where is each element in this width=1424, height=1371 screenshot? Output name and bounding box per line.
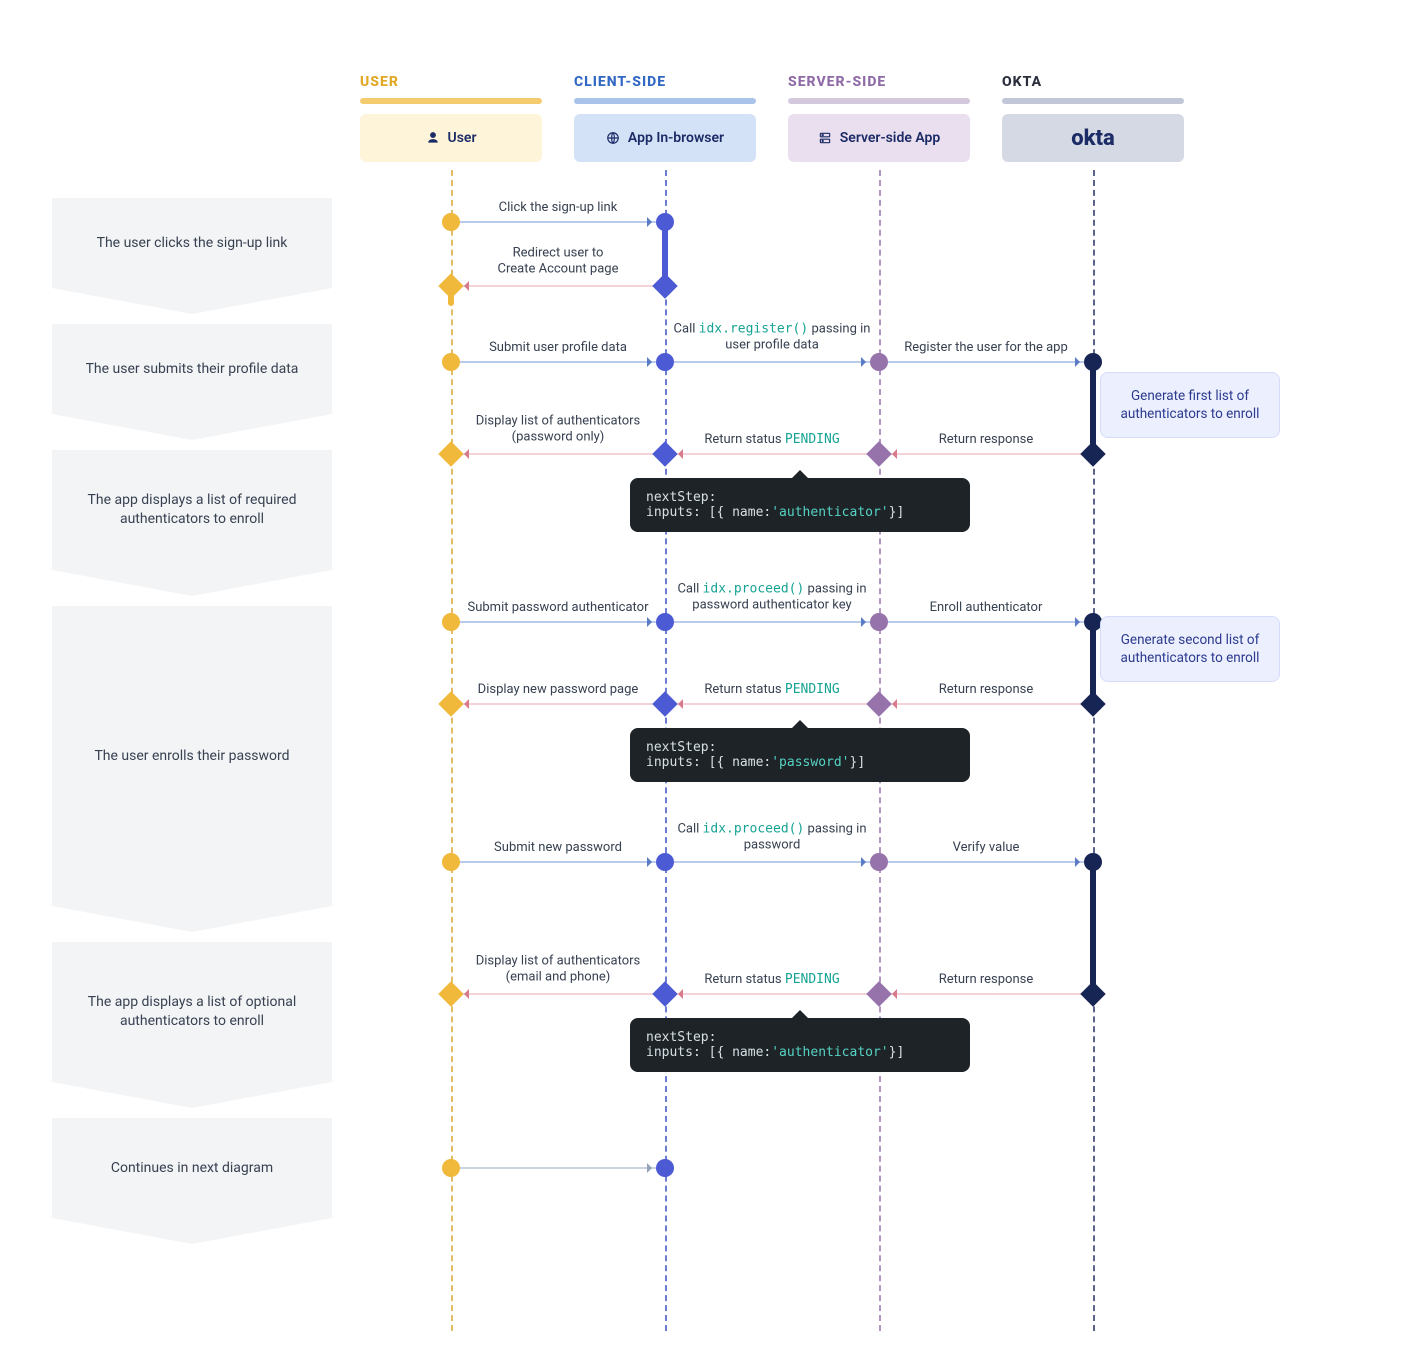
arrow-m6 [888,453,1084,455]
node [656,853,674,871]
activation-okta [1090,862,1096,992]
arrow-m17 [888,861,1084,863]
okta-logo: okta [1071,126,1115,151]
node [866,441,891,466]
step-6: Continues in next diagram [52,1118,332,1218]
node [1080,691,1105,716]
lane-user: User [360,72,542,162]
lane-head-user-label: User [448,130,477,146]
arrow-m20 [460,993,656,995]
label-m4: Call idx.register() passing in user prof… [672,322,872,355]
label-m7: Return status PENDING [704,432,839,448]
lane-head-client: App In-browser [574,114,756,162]
node [442,613,460,631]
label-m2: Redirect user to Create Account page [458,246,658,279]
globe-icon [606,131,620,145]
lane-okta: okta [1002,72,1184,162]
arrow-m1 [460,221,656,223]
arrow-continue [460,1167,656,1169]
label-m3: Submit user profile data [489,340,627,356]
arrow-m12 [888,703,1084,705]
lane-client: App In-browser [574,72,756,162]
arrow-m7 [674,453,870,455]
lane-head-user: User [360,114,542,162]
okta-bubble-1: Generate first list of authenticators to… [1100,372,1280,438]
label-m20: Display list of authenticators (email an… [458,954,658,987]
label-m9: Submit password authenticator [468,600,649,616]
lifeline-user [451,170,453,1331]
node [866,981,891,1006]
label-m15: Submit new password [494,840,622,856]
node-user [442,213,460,231]
step-3: The app displays a list of required auth… [52,450,332,570]
node-client [656,213,674,231]
node [442,853,460,871]
okta-bubble-2: Generate second list of authenticators t… [1100,616,1280,682]
arrow-m19 [674,993,870,995]
label-m13: Return status PENDING [704,682,839,698]
arrow-m13 [674,703,870,705]
arrow-m11 [888,621,1084,623]
lane-head-server: Server-side App [788,114,970,162]
node [1084,853,1102,871]
label-m5: Register the user for the app [904,340,1068,356]
label-m14: Display new password page [478,682,639,698]
node [656,613,674,631]
node [1080,441,1105,466]
code-tooltip-1: nextStep: inputs: [{ name:'authenticator… [630,478,970,532]
step-5: The app displays a list of optional auth… [52,942,332,1082]
lane-head-server-label: Server-side App [840,130,941,146]
arrow-m9 [460,621,656,623]
server-icon [818,131,832,145]
label-m18: Return response [939,972,1034,988]
label-m8: Display list of authenticators (password… [458,414,658,447]
arrow-m10 [674,621,870,623]
arrow-m14 [460,703,656,705]
code-tooltip-3: nextStep: inputs: [{ name:'authenticator… [630,1018,970,1072]
lane-head-client-label: App In-browser [628,130,724,146]
lane-head-okta: okta [1002,114,1184,162]
label-m17: Verify value [953,840,1020,856]
label-m11: Enroll authenticator [930,600,1043,616]
node [1084,353,1102,371]
arrow-m5 [888,361,1084,363]
node [656,353,674,371]
arrow-m15 [460,861,656,863]
step-1: The user clicks the sign-up link [52,198,332,288]
lifeline-okta [1093,170,1095,1331]
node [870,613,888,631]
arrow-m8 [460,453,656,455]
sequence-diagram: USER CLIENT-SIDE SERVER-SIDE OKTA User A… [0,0,1424,1371]
label-m6: Return response [939,432,1034,448]
node [866,691,891,716]
node [652,691,677,716]
code-tooltip-2: nextStep: inputs: [{ name:'password'}] [630,728,970,782]
node [656,1159,674,1177]
arrow-m16 [674,861,870,863]
arrow-m4 [674,361,870,363]
arrow-m18 [888,993,1084,995]
label-m10: Call idx.proceed() passing in password a… [672,582,872,615]
label-m19: Return status PENDING [704,972,839,988]
label-m1: Click the sign-up link [499,200,618,216]
node [1080,981,1105,1006]
node [442,1159,460,1177]
arrow-m3 [460,361,656,363]
node [438,691,463,716]
label-m16: Call idx.proceed() passing in password [672,822,872,855]
step-2: The user submits their profile data [52,324,332,414]
node [442,353,460,371]
node [870,353,888,371]
label-m12: Return response [939,682,1034,698]
lane-server: Server-side App [788,72,970,162]
arrow-m2 [460,285,656,287]
node [870,853,888,871]
step-4: The user enrolls their password [52,606,332,906]
user-icon [426,131,440,145]
